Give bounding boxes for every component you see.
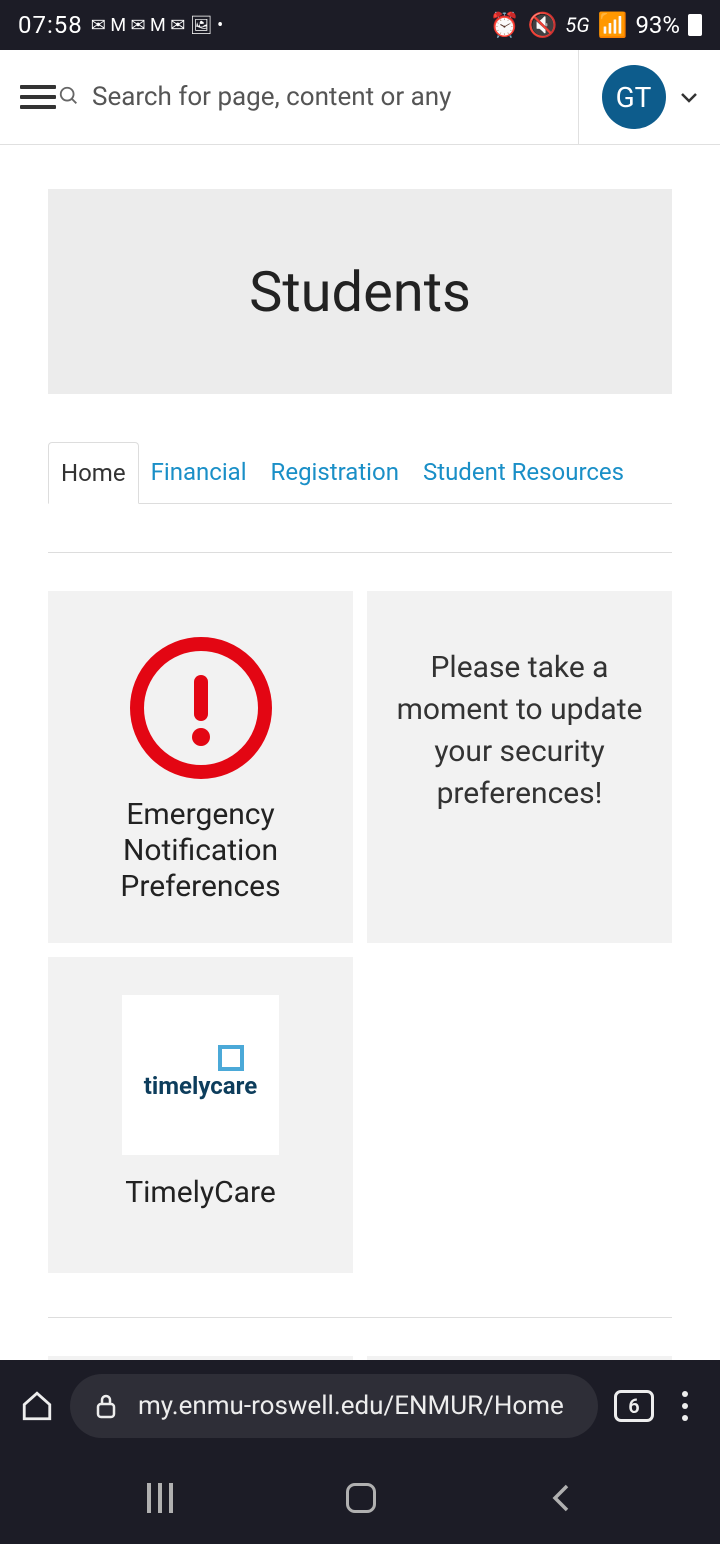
app-header: Search for page, content or any GT [0,50,720,145]
card-timelycare[interactable]: timelycare TimelyCare [48,957,353,1273]
mute-icon: 🔇 [528,11,558,39]
android-status-bar: 07:58 ✉ M ✉ M ✉ 🖼 • ⏰ 🔇 5G 📶 93% [0,0,720,50]
tab-financial[interactable]: Financial [139,442,259,503]
nav-recent-button[interactable] [147,1483,173,1513]
browser-bar: my.enmu-roswell.edu/ENMUR/Home 6 [0,1360,720,1452]
card-emergency[interactable]: Emergency Notification Preferences [48,591,353,943]
card-timelycare-title: TimelyCare [125,1175,276,1211]
page-title: Students [249,259,471,325]
avatar: GT [602,65,666,129]
security-message-text: Please take a moment to update your secu… [383,629,656,815]
tab-home[interactable]: Home [48,442,139,504]
user-menu[interactable]: GT [578,50,720,144]
signal-icon: 📶 [598,11,628,39]
battery-icon [688,14,702,36]
tab-registration[interactable]: Registration [259,442,411,503]
nav-back-button[interactable] [549,1483,573,1513]
divider-2 [48,1317,672,1318]
alarm-icon: ⏰ [490,11,520,39]
search-input[interactable]: Search for page, content or any [92,82,451,112]
url-text: my.enmu-roswell.edu/ENMUR/Home [138,1391,564,1421]
browser-menu-icon[interactable] [670,1391,700,1421]
tab-count[interactable]: 6 [614,1390,654,1422]
card-security-message[interactable]: Please take a moment to update your secu… [367,591,672,943]
nav-home-button[interactable] [346,1483,376,1513]
page-hero: Students [48,189,672,394]
search-icon [58,85,80,107]
battery-percent: 93% [635,11,680,39]
url-bar[interactable]: my.enmu-roswell.edu/ENMUR/Home [70,1374,598,1438]
status-time: 07:58 [18,11,83,39]
lock-icon [94,1392,118,1420]
alert-icon [126,629,276,787]
menu-search-button[interactable] [20,77,80,117]
divider [48,552,672,553]
card-emergency-title: Emergency Notification Preferences [64,797,337,905]
home-icon[interactable] [20,1389,54,1423]
tab-student-resources[interactable]: Student Resources [411,442,636,503]
network-icon: 5G [565,13,589,37]
notification-icons: ✉ M ✉ M ✉ 🖼 • [91,15,223,36]
tabs: Home Financial Registration Student Reso… [48,442,672,504]
timelycare-logo: timelycare [122,995,279,1155]
chevron-down-icon [680,91,698,103]
android-nav-bar [0,1452,720,1544]
hamburger-icon [20,85,56,109]
